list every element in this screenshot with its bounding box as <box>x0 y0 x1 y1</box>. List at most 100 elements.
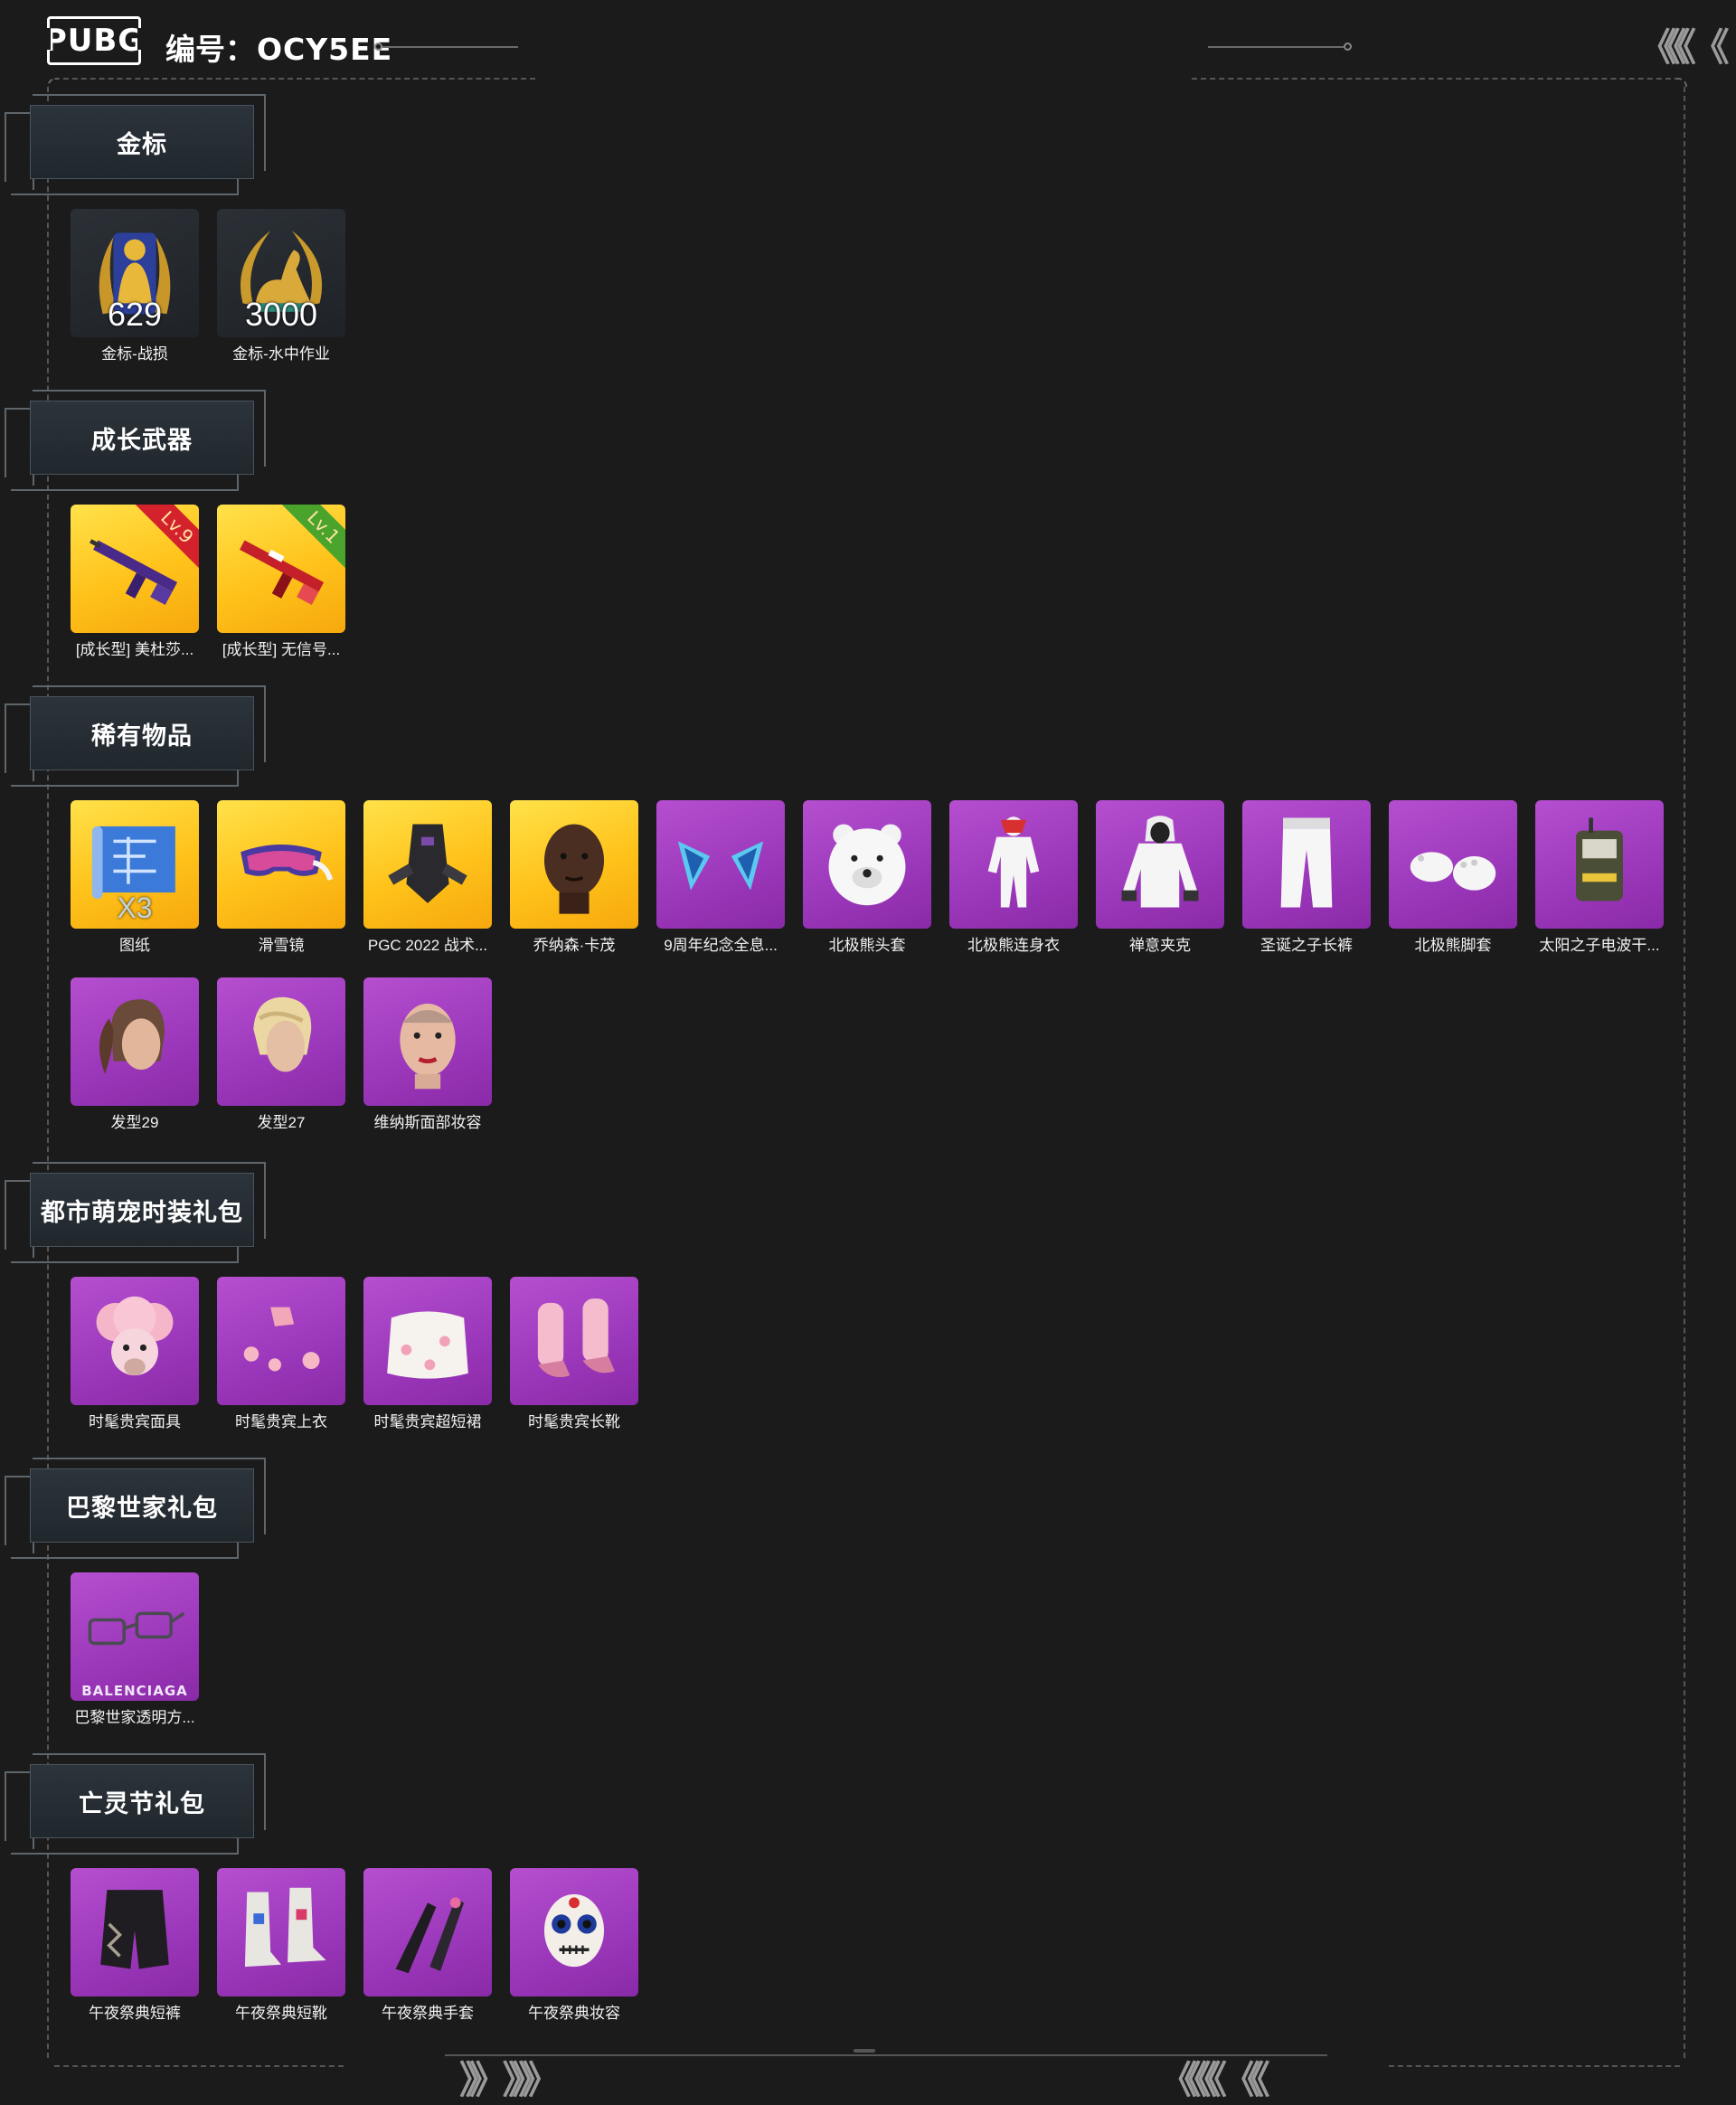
item-tile[interactable] <box>217 800 345 929</box>
tactical-gear-icon <box>374 809 481 920</box>
header-arrows: 《《《 《 <box>1638 25 1730 70</box>
inventory-item[interactable]: 圣诞之子长裤 <box>1242 800 1371 955</box>
item-label: [成长型] 无信号... <box>222 641 341 658</box>
item-grid: 午夜祭典短裤 午夜祭典短靴 午夜祭典手套 午夜祭典妆容 <box>71 1868 1698 2045</box>
section-title: 稀有物品 <box>30 696 254 770</box>
item-label: 北极熊脚套 <box>1414 937 1492 954</box>
frame-top-left <box>54 78 535 80</box>
item-tile[interactable] <box>363 1868 492 1996</box>
item-tile[interactable]: Lv.1 <box>217 505 345 633</box>
section-header-urban-pet-pack: 都市萌宠时装礼包 <box>0 1162 271 1275</box>
inventory-item[interactable]: 午夜祭典手套 <box>363 1868 492 2023</box>
inventory-item[interactable]: 午夜祭典短裤 <box>71 1868 199 2023</box>
item-label: 午夜祭典妆容 <box>528 2005 620 2022</box>
inventory-item[interactable]: BALENCIAGA 巴黎世家透明方... <box>71 1572 199 1727</box>
backpack-device-icon <box>1546 809 1653 920</box>
item-tile[interactable]: 629 <box>71 209 199 337</box>
section-header-gold-badge: 金标 <box>0 94 271 207</box>
bear-suit-icon <box>960 809 1067 920</box>
inventory-item[interactable]: Lv.1 [成长型] 无信号... <box>217 505 345 659</box>
account-prefix: 编号： <box>165 33 255 66</box>
item-label: 图纸 <box>119 937 150 954</box>
section-title: 成长武器 <box>30 401 254 475</box>
footer-arrows-left: 》》 》》》 <box>459 2058 561 2102</box>
item-label: 时髦贵宾长靴 <box>528 1413 620 1430</box>
frame-top-right <box>1192 78 1680 80</box>
item-tile[interactable] <box>363 1277 492 1405</box>
item-label: 禅意夹克 <box>1129 937 1191 954</box>
inventory-item[interactable]: 维纳斯面部妆容 <box>363 977 492 1132</box>
section-header-growth-weapons: 成长武器 <box>0 390 271 503</box>
section-header-rare-items: 稀有物品 <box>0 685 271 798</box>
item-tile[interactable] <box>71 1277 199 1405</box>
black-shorts-icon <box>81 1877 188 1988</box>
item-label: 巴黎世家透明方... <box>74 1709 195 1726</box>
inventory-item[interactable]: 午夜祭典短靴 <box>217 1868 345 2023</box>
inventory-item[interactable]: Lv.9 [成长型] 美杜莎... <box>71 505 199 659</box>
frame-bottom-right <box>1389 2065 1680 2067</box>
item-tile[interactable] <box>1535 800 1664 929</box>
item-tile[interactable] <box>510 1868 638 1996</box>
inventory-item[interactable]: 北极熊连身衣 <box>949 800 1078 955</box>
inventory-item[interactable]: 9周年纪念全息... <box>656 800 785 955</box>
item-tile[interactable] <box>803 800 931 929</box>
inventory-item[interactable]: 午夜祭典妆容 <box>510 1868 638 2023</box>
item-label: 午夜祭典短靴 <box>235 2005 327 2022</box>
item-tile[interactable] <box>217 977 345 1106</box>
item-tile[interactable] <box>656 800 785 929</box>
item-tile[interactable] <box>217 1277 345 1405</box>
inventory-item[interactable]: 乔纳森·卡茂 <box>510 800 638 955</box>
item-tile[interactable] <box>949 800 1078 929</box>
item-quantity: X3 <box>117 892 153 924</box>
inventory-item[interactable]: 北极熊头套 <box>803 800 931 955</box>
frame-bottom-left <box>54 2065 344 2067</box>
brand-label: BALENCIAGA <box>81 1683 188 1699</box>
section-header-balenciaga-pack: 巴黎世家礼包 <box>0 1458 271 1571</box>
item-label: PGC 2022 战术... <box>367 937 488 954</box>
inventory-item[interactable]: 禅意夹克 <box>1096 800 1224 955</box>
inventory-item[interactable]: 太阳之子电波干... <box>1535 800 1664 955</box>
item-tile[interactable] <box>1242 800 1371 929</box>
item-label: 太阳之子电波干... <box>1539 937 1660 954</box>
section-title: 都市萌宠时装礼包 <box>30 1173 254 1247</box>
fluffy-skirt-icon <box>374 1286 481 1397</box>
inventory-item[interactable]: 3000 金标-水中作业 <box>217 209 345 363</box>
inventory-item[interactable]: 北极熊脚套 <box>1389 800 1517 955</box>
item-label: 维纳斯面部妆容 <box>373 1114 482 1131</box>
item-tile[interactable]: BALENCIAGA <box>71 1572 199 1701</box>
inventory-item[interactable]: PGC 2022 战术... <box>363 800 492 955</box>
item-tile[interactable]: Lv.9 <box>71 505 199 633</box>
white-boots-icon <box>228 1877 335 1988</box>
item-tile[interactable]: 3000 <box>217 209 345 337</box>
item-label: 圣诞之子长裤 <box>1260 937 1353 954</box>
inventory-item[interactable]: 时髦贵宾面具 <box>71 1277 199 1431</box>
inventory-item[interactable]: 时髦贵宾超短裙 <box>363 1277 492 1431</box>
scroll-indicator[interactable] <box>854 2049 875 2053</box>
item-tile[interactable] <box>510 1277 638 1405</box>
face-makeup-icon <box>374 986 481 1098</box>
hairstyle-blonde-icon <box>228 986 335 1098</box>
inventory-item[interactable]: 发型29 <box>71 977 199 1132</box>
pink-boots-icon <box>521 1286 627 1397</box>
item-tile[interactable] <box>363 977 492 1106</box>
item-grid: 时髦贵宾面具 时髦贵宾上衣 时髦贵宾超短裙 时髦贵宾长靴 <box>71 1277 1698 1454</box>
inventory-item[interactable]: 滑雪镜 <box>217 800 345 955</box>
item-tile[interactable] <box>1096 800 1224 929</box>
item-label: 北极熊连身衣 <box>967 937 1060 954</box>
inventory-item[interactable]: 时髦贵宾长靴 <box>510 1277 638 1431</box>
item-tile[interactable] <box>1389 800 1517 929</box>
item-tile[interactable]: X3 <box>71 800 199 929</box>
item-tile[interactable] <box>217 1868 345 1996</box>
inventory-item[interactable]: 发型27 <box>217 977 345 1132</box>
inventory-item[interactable]: X3 图纸 <box>71 800 199 955</box>
item-tile[interactable] <box>71 1868 199 1996</box>
item-tile[interactable] <box>510 800 638 929</box>
item-tile[interactable] <box>363 800 492 929</box>
item-tile[interactable] <box>71 977 199 1106</box>
header-line-left <box>382 46 518 48</box>
white-pants-icon <box>1253 809 1360 920</box>
item-label: 发型27 <box>257 1114 306 1131</box>
item-label: 发型29 <box>110 1114 159 1131</box>
inventory-item[interactable]: 629 金标-战损 <box>71 209 199 363</box>
inventory-item[interactable]: 时髦贵宾上衣 <box>217 1277 345 1431</box>
